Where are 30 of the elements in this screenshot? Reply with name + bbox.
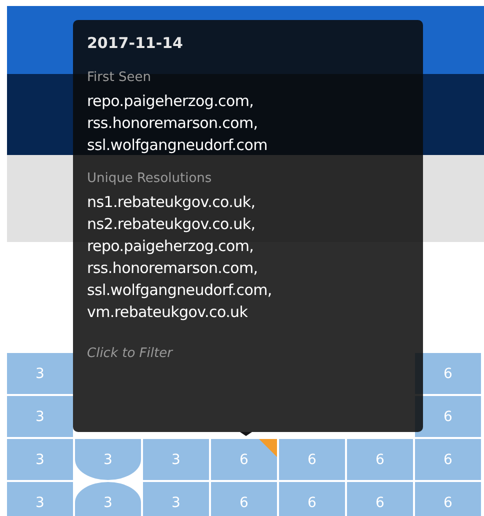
domain-name: ssl.wolfgangneudorf.com xyxy=(87,135,268,156)
domain-name: ssl.wolfgangneudorf.com, xyxy=(87,280,273,301)
domain-name: ns1.rebateukgov.co.uk, xyxy=(87,192,256,213)
heatmap-cell[interactable]: 3 xyxy=(143,439,209,480)
heatmap-cell[interactable]: 3 xyxy=(143,482,209,516)
domain-name: repo.paigeherzog.com, xyxy=(87,91,255,112)
domain-name: repo.paigeherzog.com, xyxy=(87,236,255,257)
heatmap-cell[interactable]: 3 xyxy=(7,396,73,437)
heatmap-cell[interactable]: 6 xyxy=(211,482,277,516)
heatmap-cell[interactable]: 3 xyxy=(75,482,141,516)
filter-hint: Click to Filter xyxy=(87,345,174,363)
heatmap-cell[interactable]: 6 xyxy=(415,482,481,516)
heatmap-cell[interactable]: 6 xyxy=(347,482,413,516)
heatmap-cell[interactable]: 6 xyxy=(211,439,277,480)
heatmap-cell[interactable]: 6 xyxy=(347,439,413,480)
heatmap-cell[interactable]: 3 xyxy=(7,439,73,480)
section-label: Unique Resolutions xyxy=(87,170,213,188)
domain-name: vm.rebateukgov.co.uk xyxy=(87,302,249,323)
heatmap-cell[interactable]: 6 xyxy=(279,439,345,480)
domain-name: rss.honoremarson.com, xyxy=(87,258,259,279)
heatmap-cell[interactable]: 3 xyxy=(7,482,73,516)
heatmap-cell[interactable]: 6 xyxy=(415,439,481,480)
tooltip-date: 2017-11-14 xyxy=(87,33,184,53)
heatmap-cell[interactable]: 6 xyxy=(279,482,345,516)
heatmap-cell[interactable]: 3 xyxy=(75,439,141,480)
domain-name: rss.honoremarson.com, xyxy=(87,113,259,134)
section-label: First Seen xyxy=(87,69,152,87)
heatmap-cell[interactable]: 3 xyxy=(7,353,73,394)
heatmap-cell[interactable]: 6 xyxy=(415,396,481,437)
domain-name: ns2.rebateukgov.co.uk, xyxy=(87,214,256,235)
